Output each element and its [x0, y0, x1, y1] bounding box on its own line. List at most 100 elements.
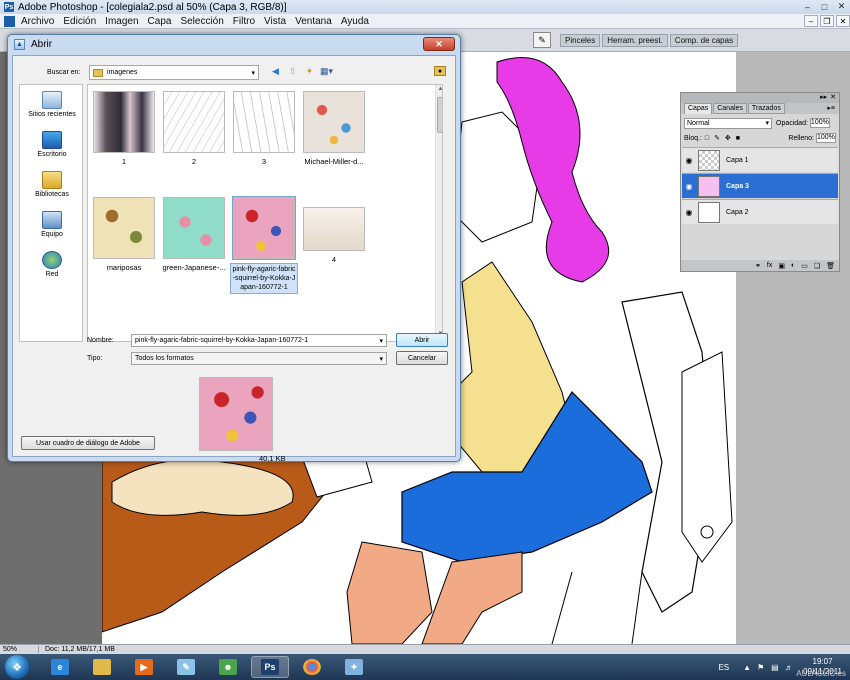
- zoom-level[interactable]: 50%: [3, 646, 39, 653]
- up-folder-icon[interactable]: ⇧: [286, 65, 299, 78]
- place-escritorio[interactable]: Escritorio: [20, 131, 84, 158]
- new-group-icon[interactable]: ▭: [801, 262, 808, 270]
- dialog-close-button[interactable]: ✕: [423, 37, 455, 51]
- cancel-button[interactable]: Cancelar: [396, 351, 448, 365]
- layer-row-capa-3[interactable]: ◉ Capa 3: [682, 173, 838, 198]
- panel-close-icon[interactable]: ✕: [830, 93, 836, 103]
- trash-icon[interactable]: 🗑: [826, 262, 835, 270]
- start-button[interactable]: ❖: [5, 655, 29, 679]
- menu-vista[interactable]: Vista: [264, 16, 286, 27]
- tab-pinceles[interactable]: Pinceles: [560, 34, 601, 47]
- language-indicator[interactable]: ES: [718, 663, 729, 672]
- lock-transparency-icon[interactable]: □: [705, 135, 709, 142]
- menu-archivo[interactable]: Archivo: [21, 16, 54, 27]
- menu-ayuda[interactable]: Ayuda: [341, 16, 369, 27]
- filetype-select[interactable]: Todos los formatos ▾: [131, 352, 387, 365]
- folder-icon: [93, 68, 103, 77]
- lookin-dropdown[interactable]: imagenes ▾: [89, 65, 259, 80]
- file-name: Michael-Miller-d...: [304, 157, 364, 166]
- file-item-pink-fly-agaric[interactable]: pink-fly-agaric-fabric-squirrel-by-Kokka…: [230, 196, 298, 294]
- link-layers-icon[interactable]: ⚭: [755, 262, 761, 270]
- file-item-michael-miller[interactable]: Michael-Miller-d...: [300, 91, 368, 166]
- lookin-label: Buscar en:: [47, 69, 81, 76]
- panel-menu-icon[interactable]: ▸≡: [824, 103, 838, 114]
- layer-row-capa-2[interactable]: ◉ Capa 2: [682, 199, 838, 224]
- eye-icon[interactable]: ◉: [682, 182, 696, 191]
- taskbar-ie[interactable]: e: [41, 656, 79, 678]
- place-equipo[interactable]: Equipo: [20, 211, 84, 238]
- place-red[interactable]: Red: [20, 251, 84, 278]
- adjustment-layer-icon[interactable]: ◐: [791, 262, 795, 269]
- blend-mode-select[interactable]: Normal ▾: [684, 117, 772, 129]
- bag-shape: [681, 351, 733, 563]
- menu-imagen[interactable]: Imagen: [105, 16, 138, 27]
- file-list-scrollbar[interactable]: ▲ ▼: [435, 85, 442, 341]
- tab-comp-capas[interactable]: Comp. de capas: [669, 34, 739, 47]
- document-icon[interactable]: [4, 15, 15, 27]
- scroll-up-icon[interactable]: ▲: [436, 86, 442, 95]
- file-item-mariposas[interactable]: mariposas: [90, 197, 158, 272]
- new-layer-icon[interactable]: ❏: [814, 262, 820, 270]
- menu-ventana[interactable]: Ventana: [295, 16, 332, 27]
- tab-trazados[interactable]: Trazados: [747, 103, 785, 114]
- doc-minimize-icon[interactable]: –: [804, 15, 818, 27]
- view-menu-icon[interactable]: ▦▾: [320, 65, 333, 78]
- tab-canales[interactable]: Canales: [713, 103, 747, 114]
- lock-position-icon[interactable]: ✥: [725, 135, 731, 142]
- chevron-down-icon[interactable]: ▾: [379, 337, 383, 345]
- taskbar-messenger[interactable]: ☻: [209, 656, 247, 678]
- lock-pixels-icon[interactable]: ✎: [714, 135, 720, 142]
- camera-folder-icon[interactable]: ●: [434, 66, 446, 76]
- new-folder-icon[interactable]: ✦: [303, 65, 316, 78]
- status-bar: 50% Doc: 11,2 MB/17,1 MB: [0, 644, 850, 654]
- taskbar-explorer[interactable]: [83, 656, 121, 678]
- fill-field[interactable]: 100%: [816, 133, 836, 143]
- file-item-4[interactable]: 4: [300, 197, 368, 264]
- scroll-thumb[interactable]: [437, 97, 442, 133]
- maximize-icon[interactable]: □: [816, 0, 833, 13]
- menu-edicion[interactable]: Edición: [63, 16, 96, 27]
- tab-capas[interactable]: Capas: [684, 103, 713, 114]
- file-item-3[interactable]: 3: [230, 91, 298, 166]
- layer-mask-icon[interactable]: ▣: [778, 262, 785, 270]
- place-bibliotecas[interactable]: Bibliotecas: [20, 171, 84, 198]
- chevron-down-icon: ▾: [251, 69, 255, 77]
- menu-filtro[interactable]: Filtro: [233, 16, 255, 27]
- file-thumbnail: [93, 91, 155, 153]
- taskbar-photoshop[interactable]: Ps: [251, 656, 289, 678]
- eye-icon[interactable]: ◉: [682, 208, 696, 217]
- filename-input[interactable]: pink-fly-agaric-fabric-squirrel-by-Kokka…: [131, 334, 387, 347]
- taskbar-media-player[interactable]: ▶: [125, 656, 163, 678]
- menu-seleccion[interactable]: Selección: [180, 16, 223, 27]
- file-item-1[interactable]: 1: [90, 91, 158, 166]
- taskbar-feather-app[interactable]: ✦: [335, 656, 373, 678]
- open-dialog: ▲ Abrir ✕ Buscar en: imagenes ▾ ◀ ⇧ ✦ ▦▾…: [7, 34, 461, 463]
- show-hidden-icon[interactable]: ▲: [743, 663, 751, 672]
- volume-icon[interactable]: ♬: [785, 663, 793, 672]
- menu-capa[interactable]: Capa: [148, 16, 172, 27]
- eye-icon[interactable]: ◉: [682, 156, 696, 165]
- open-button[interactable]: Abrir: [396, 333, 448, 347]
- adobe-dialog-button[interactable]: Usar cuadro de diálogo de Adobe: [21, 436, 155, 450]
- close-icon[interactable]: ✕: [833, 0, 850, 13]
- lock-all-icon[interactable]: ■: [736, 135, 740, 142]
- doc-close-icon[interactable]: ✕: [836, 15, 850, 27]
- file-item-2[interactable]: 2: [160, 91, 228, 166]
- layer-style-icon[interactable]: fx: [767, 262, 772, 269]
- flag-icon[interactable]: ⚑: [757, 663, 765, 672]
- back-icon[interactable]: ◀: [269, 65, 282, 78]
- tab-herram-preest[interactable]: Herram. preest.: [602, 34, 668, 47]
- file-name: 3: [261, 157, 267, 166]
- tool-preset-icon[interactable]: ✎: [533, 32, 551, 48]
- place-sitios-recientes[interactable]: Sitios recientes: [20, 91, 84, 118]
- opacity-field[interactable]: 100%: [809, 118, 830, 128]
- doc-restore-icon[interactable]: ❐: [820, 15, 834, 27]
- panel-collapse-icon[interactable]: ▸▸: [820, 93, 827, 103]
- layer-row-capa-1[interactable]: ◉ Capa 1: [682, 147, 838, 172]
- minimize-icon[interactable]: –: [799, 0, 816, 13]
- taskbar-chrome[interactable]: [293, 656, 331, 678]
- taskbar-paint[interactable]: ✎: [167, 656, 205, 678]
- file-item-green-japanese[interactable]: green-Japanese-...: [160, 197, 228, 272]
- document-info[interactable]: Doc: 11,2 MB/17,1 MB: [45, 646, 115, 653]
- network-tray-icon[interactable]: ▤: [771, 663, 779, 672]
